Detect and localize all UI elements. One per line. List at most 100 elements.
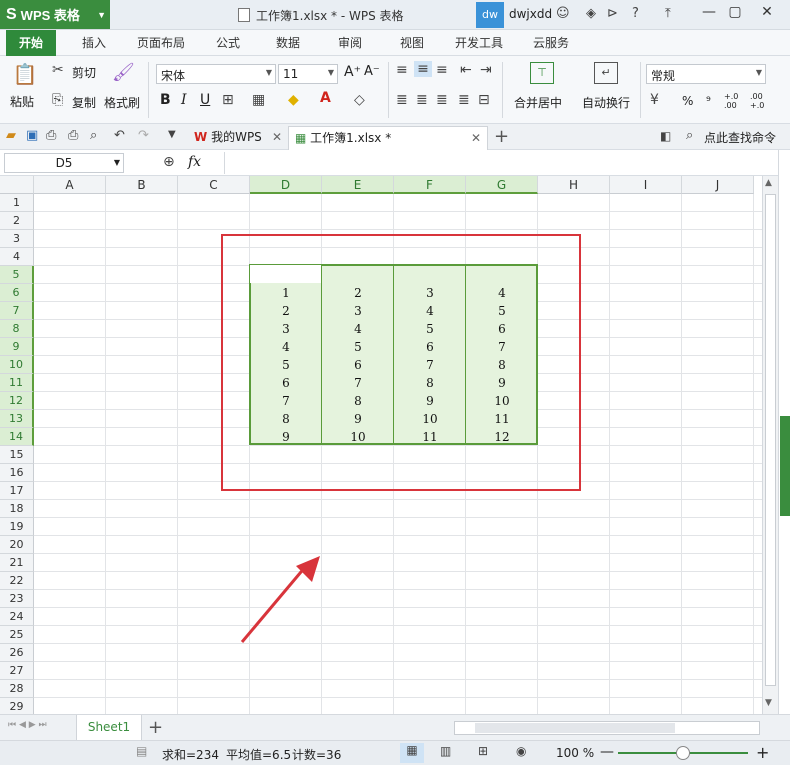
clear-format-icon[interactable]: ◇ — [354, 92, 365, 108]
eye-protection-icon[interactable]: ◉ — [516, 744, 526, 758]
row-header[interactable]: 24 — [0, 608, 34, 626]
name-box[interactable]: D5 ▼ — [4, 153, 124, 173]
copy-button[interactable]: 复制 — [72, 94, 96, 111]
print-preview-icon[interactable]: ⌕ — [90, 128, 97, 143]
column-header[interactable]: B — [106, 176, 178, 194]
row-header[interactable]: 29 — [0, 698, 34, 714]
merge-center-button[interactable]: 合并居中 — [514, 94, 562, 111]
distributed-icon[interactable]: ⊟ — [478, 92, 490, 108]
font-color-icon[interactable]: A — [320, 90, 331, 106]
row-header[interactable]: 15 — [0, 446, 34, 464]
zoom-in-button[interactable]: + — [756, 743, 769, 762]
align-right-icon[interactable]: ≣ — [436, 92, 448, 108]
scroll-thumb[interactable] — [765, 194, 776, 686]
increase-decimal-button[interactable]: +.0 .00 — [724, 92, 746, 110]
skin-icon[interactable]: ◈ — [586, 6, 596, 21]
column-header[interactable]: J — [682, 176, 754, 194]
history-icon[interactable]: ◧ — [660, 129, 671, 143]
row-header[interactable]: 4 — [0, 248, 34, 266]
row-header[interactable]: 23 — [0, 590, 34, 608]
currency-icon[interactable]: ¥ — [650, 92, 659, 108]
minimize-button[interactable]: — — [698, 4, 720, 24]
row-header[interactable]: 8 — [0, 320, 34, 338]
row-header[interactable]: 16 — [0, 464, 34, 482]
row-header[interactable]: 21 — [0, 554, 34, 572]
borders-icon[interactable]: ⊞ — [222, 92, 234, 108]
customize-chevron-icon[interactable]: ▼ — [168, 129, 176, 140]
user-name[interactable]: dwjxdd — [509, 7, 552, 21]
tab-insert[interactable]: 插入 — [72, 30, 116, 56]
percent-button[interactable]: % — [682, 94, 693, 108]
column-header[interactable]: D — [250, 176, 322, 194]
horizontal-scrollbar[interactable] — [454, 721, 760, 735]
tab-data[interactable]: 数据 — [266, 30, 310, 56]
align-bottom-icon[interactable]: ≡ — [436, 62, 448, 78]
decrease-decimal-button[interactable]: .00 +.0 — [750, 92, 772, 110]
merge-center-icon[interactable]: ⊤ — [530, 62, 554, 84]
column-header[interactable]: I — [610, 176, 682, 194]
tab-workbook[interactable]: ▦ 工作簿1.xlsx * ✕ — [288, 126, 488, 150]
tab-page-layout[interactable]: 页面布局 — [130, 30, 192, 56]
justify-icon[interactable]: ≣ — [458, 92, 470, 108]
redo-icon[interactable]: ↷ — [138, 128, 149, 143]
tab-review[interactable]: 审阅 — [328, 30, 372, 56]
export-pdf-icon[interactable]: ⎙ — [46, 128, 56, 143]
number-format-select[interactable]: 常规 ▼ — [646, 64, 766, 84]
row-header[interactable]: 27 — [0, 662, 34, 680]
row-header[interactable]: 9 — [0, 338, 34, 356]
tab-view[interactable]: 视图 — [390, 30, 434, 56]
sheet-nav-icon[interactable]: ⏮ ◀ ▶ ⏭ — [8, 720, 47, 730]
zoom-formula-icon[interactable]: ⊕ — [163, 154, 175, 170]
spreadsheet-grid[interactable]: A B C D E F G H I J 1 2 3 4 5 6 7 8 9 10 11 12 13 14 15 16 17 18 19 2… — [0, 176, 762, 714]
search-icon[interactable]: ⌕ — [686, 128, 693, 143]
font-shrink-button[interactable]: A⁻ — [364, 64, 380, 79]
font-name-select[interactable]: 宋体 ▼ — [156, 64, 276, 84]
normal-view-icon[interactable]: ▦ — [400, 743, 424, 763]
format-painter-icon[interactable]: 🖌 — [112, 62, 135, 83]
zoom-level[interactable]: 100 % — [556, 746, 594, 760]
align-top-icon[interactable]: ≡ — [396, 62, 408, 78]
underline-button[interactable]: U — [200, 92, 210, 108]
avatar[interactable]: dw — [476, 2, 504, 28]
paste-icon[interactable]: 📋 — [12, 62, 38, 86]
scissors-icon[interactable]: ✂ — [52, 62, 64, 78]
pin-ribbon-icon[interactable]: ⤒ — [665, 6, 671, 21]
tab-my-wps[interactable]: W 我的WPS ✕ — [188, 126, 288, 150]
font-size-select[interactable]: 11 ▼ — [278, 64, 338, 84]
column-header[interactable]: E — [322, 176, 394, 194]
close-button[interactable]: ✕ — [756, 4, 778, 24]
row-header[interactable]: 17 — [0, 482, 34, 500]
insert-function-button[interactable]: fx — [188, 154, 201, 170]
cell-style-icon[interactable]: ▦ — [252, 92, 265, 108]
fill-color-icon[interactable]: ◆ — [288, 92, 299, 108]
zoom-out-button[interactable]: — — [600, 744, 614, 760]
vertical-scrollbar[interactable]: ▲ ▼ — [762, 176, 778, 714]
row-header[interactable]: 25 — [0, 626, 34, 644]
page-break-view-icon[interactable]: ▥ — [440, 744, 451, 758]
row-header[interactable]: 18 — [0, 500, 34, 518]
task-pane-toggle[interactable] — [780, 416, 790, 516]
column-header[interactable]: G — [466, 176, 538, 194]
indent-decrease-icon[interactable]: ⇤ — [460, 62, 472, 78]
notification-icon[interactable]: ☺ — [556, 6, 570, 21]
font-grow-button[interactable]: A⁺ — [344, 64, 361, 80]
maximize-button[interactable]: ▢ — [724, 4, 746, 24]
help-icon[interactable]: ? — [632, 6, 639, 21]
hscroll-thumb[interactable] — [475, 723, 675, 733]
paste-button[interactable]: 粘贴 — [10, 93, 34, 110]
row-header[interactable]: 12 — [0, 392, 34, 410]
align-middle-icon[interactable]: ≡ — [414, 61, 432, 77]
row-header[interactable]: 26 — [0, 644, 34, 662]
row-header[interactable]: 1 — [0, 194, 34, 212]
formula-input[interactable] — [224, 152, 776, 174]
new-tab-icon[interactable]: + — [494, 126, 509, 147]
wrap-text-icon[interactable]: ↵ — [594, 62, 618, 84]
select-all-corner[interactable] — [0, 176, 34, 194]
indent-increase-icon[interactable]: ⇥ — [480, 62, 492, 78]
comma-button[interactable]: ⁹ — [706, 94, 711, 108]
format-painter-button[interactable]: 格式刷 — [104, 94, 140, 111]
reading-layout-icon[interactable]: ⊞ — [478, 744, 488, 758]
row-header[interactable]: 7 — [0, 302, 34, 320]
column-header[interactable]: F — [394, 176, 466, 194]
wrap-text-button[interactable]: 自动换行 — [582, 94, 630, 111]
